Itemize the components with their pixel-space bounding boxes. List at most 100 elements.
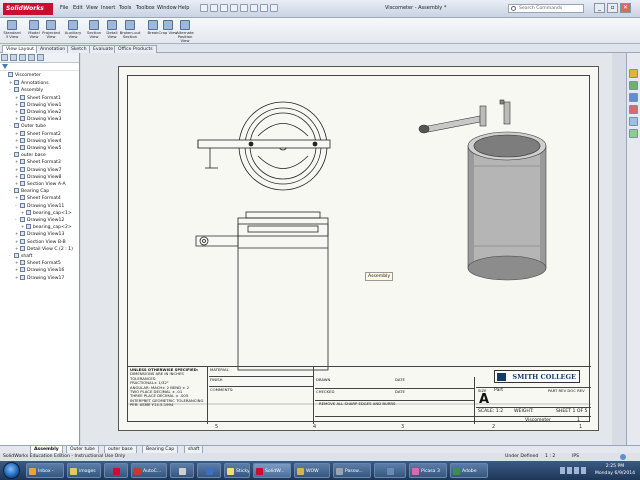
menu-help[interactable]: Help <box>178 5 189 11</box>
tab-evaluate[interactable]: Evaluate <box>89 45 118 53</box>
menu-insert[interactable]: Insert <box>101 5 115 11</box>
expand-toggle-icon[interactable]: + <box>15 108 19 115</box>
configuration-manager-icon[interactable] <box>19 54 26 61</box>
tree-node[interactable]: - Assembly <box>9 86 43 93</box>
tree-filter[interactable] <box>0 63 79 71</box>
alternate-position-view-button[interactable]: Alternate Position View <box>173 20 197 44</box>
tree-node[interactable]: - outer base <box>9 151 46 158</box>
task-app-x[interactable] <box>170 463 194 478</box>
tab-view-layout[interactable]: View Layout <box>2 45 38 53</box>
tab-annotation[interactable]: Annotation <box>36 45 70 53</box>
expand-toggle-icon[interactable]: + <box>15 158 19 165</box>
undo-icon[interactable] <box>240 4 248 12</box>
expand-toggle-icon[interactable]: + <box>15 144 19 151</box>
expand-toggle-icon[interactable]: + <box>15 137 19 144</box>
options-icon[interactable] <box>270 4 278 12</box>
expand-toggle-icon[interactable]: - <box>9 252 13 259</box>
tab-sketch[interactable]: Sketch <box>67 45 91 53</box>
expand-toggle-icon[interactable]: - <box>9 187 13 194</box>
tree-node[interactable]: + Drawing View13 <box>15 230 64 237</box>
task-app-blank[interactable] <box>374 463 406 478</box>
task-sticky[interactable]: Sticky <box>224 463 250 478</box>
expand-toggle-icon[interactable]: - <box>9 122 13 129</box>
broken-out-section-button[interactable]: Broken-out Section <box>119 20 141 44</box>
tree-node[interactable]: + Sheet Format4 <box>15 194 61 201</box>
tray-icons[interactable] <box>560 467 588 474</box>
custom-properties-icon[interactable] <box>629 129 638 138</box>
expand-toggle-icon[interactable]: + <box>15 245 19 252</box>
expand-toggle-icon[interactable]: + <box>15 94 19 101</box>
expand-toggle-icon[interactable]: + <box>15 238 19 245</box>
tree-node[interactable]: + Drawing View2 <box>15 108 61 115</box>
tab-office-products[interactable]: Office Products <box>114 45 157 53</box>
tree-node[interactable]: + Sheet Format1 <box>15 94 61 101</box>
tree-node[interactable]: + Drawing View8 <box>15 173 61 180</box>
tree-node[interactable]: + Section View A-A <box>15 180 66 187</box>
print-icon[interactable] <box>230 4 238 12</box>
search-commands-input[interactable]: Search Commands <box>508 4 584 13</box>
expand-toggle-icon[interactable]: + <box>15 166 19 173</box>
task-autocad[interactable]: AutoC... <box>131 463 167 478</box>
task-adobe[interactable]: Adobe <box>450 463 488 478</box>
save-icon[interactable] <box>220 4 228 12</box>
tree-node[interactable]: + Drawing View7 <box>15 166 61 173</box>
tree-node[interactable]: + Drawing View16 <box>15 266 64 273</box>
tree-node[interactable]: + bearing_cap<2> <box>21 223 72 230</box>
expand-toggle-icon[interactable]: + <box>15 180 19 187</box>
design-library-icon[interactable] <box>629 81 638 90</box>
task-app-word[interactable] <box>197 463 221 478</box>
expand-toggle-icon[interactable]: + <box>15 130 19 137</box>
task-wow[interactable]: WOW <box>294 463 330 478</box>
expand-toggle-icon[interactable]: + <box>21 209 25 216</box>
expand-toggle-icon[interactable]: + <box>9 79 13 86</box>
new-doc-icon[interactable] <box>200 4 208 12</box>
task-solidworks[interactable]: SolidW... <box>253 463 291 478</box>
tree-node[interactable]: + Annotations <box>9 79 49 86</box>
expand-toggle-icon[interactable]: + <box>15 259 19 266</box>
appearances-icon[interactable] <box>629 117 638 126</box>
section-view-button[interactable]: Section View <box>84 20 104 44</box>
tree-node[interactable]: - shaft <box>9 252 32 259</box>
rebuild-icon[interactable] <box>260 4 268 12</box>
tree-node[interactable]: - Drawing View12 <box>15 216 64 223</box>
task-outlook[interactable]: Inbox - <box>26 463 64 478</box>
restore-button[interactable]: ▫ <box>607 3 618 13</box>
tree-node[interactable]: - Outer tube <box>9 122 46 129</box>
expand-toggle-icon[interactable]: + <box>15 173 19 180</box>
solidworks-logo[interactable]: SolidWorks <box>3 3 53 15</box>
expand-toggle-icon[interactable]: + <box>15 194 19 201</box>
task-images[interactable]: images <box>67 463 101 478</box>
menu-file[interactable]: File <box>60 5 68 11</box>
tree-node[interactable]: + Drawing View5 <box>15 144 61 151</box>
tree-node[interactable]: - Drawing View11 <box>15 202 64 209</box>
menu-view[interactable]: View <box>86 5 98 11</box>
expand-toggle-icon[interactable]: + <box>21 223 25 230</box>
tree-node[interactable]: Viscometer <box>3 72 41 79</box>
tree-node[interactable]: + bearing_cap<1> <box>21 209 72 216</box>
tree-node[interactable]: + Sheet Format5 <box>15 259 61 266</box>
minimize-button[interactable]: _ <box>594 3 605 13</box>
expand-toggle-icon[interactable]: + <box>15 115 19 122</box>
expand-toggle-icon[interactable]: + <box>15 101 19 108</box>
menu-edit[interactable]: Edit <box>73 5 83 11</box>
system-clock[interactable]: 2:25 PM Monday 6/9/2014 <box>592 463 638 477</box>
tree-node[interactable]: + Drawing View3 <box>15 115 61 122</box>
auxiliary-view-button[interactable]: Auxiliary View <box>63 20 83 44</box>
feature-manager-icon[interactable] <box>1 54 8 61</box>
task-solidworks-a[interactable] <box>104 463 128 478</box>
tree-node[interactable]: + Detail View C (2 : 1) <box>15 245 73 252</box>
dimxpert-icon[interactable] <box>28 54 35 61</box>
select-icon[interactable] <box>250 4 258 12</box>
drawing-canvas[interactable]: Assembly UNLESS OTHERWISE SPECIFIED: DIM… <box>81 53 612 445</box>
expand-toggle-icon[interactable]: - <box>15 202 19 209</box>
help-icon[interactable] <box>620 454 626 460</box>
menu-window[interactable]: Window <box>157 5 177 11</box>
task-picasa[interactable]: Picasa 3 <box>409 463 447 478</box>
expand-toggle-icon[interactable]: - <box>9 86 13 93</box>
tree-node[interactable]: + Section View B-B <box>15 238 66 245</box>
close-button[interactable]: ✕ <box>620 3 631 13</box>
display-manager-icon[interactable] <box>37 54 44 61</box>
projected-view-button[interactable]: Projected View <box>41 20 61 44</box>
open-icon[interactable] <box>210 4 218 12</box>
expand-toggle-icon[interactable]: - <box>15 216 19 223</box>
